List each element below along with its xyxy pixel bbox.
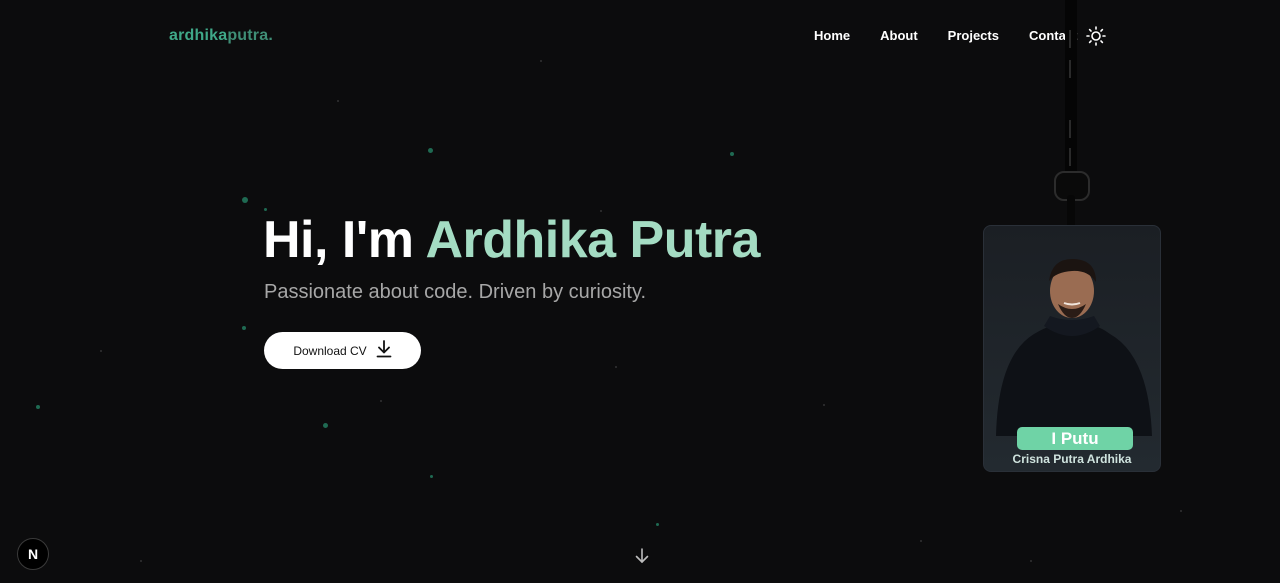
id-card-short-name: I Putu [1017,427,1133,450]
hero-subtitle: Passionate about code. Driven by curiosi… [264,281,647,303]
site-logo[interactable]: ardhikaputra. [169,27,273,45]
nav-projects[interactable]: Projects [948,28,999,44]
id-card[interactable]: I Putu Crisna Putra Ardhika [983,225,1161,472]
main-nav: Home About Projects Contact [814,28,1077,44]
arrow-down-icon[interactable] [632,546,652,566]
download-cv-button[interactable]: Download CV [264,332,421,369]
id-card-full-name: Crisna Putra Ardhika [1012,452,1132,466]
download-icon [376,340,392,361]
nav-home[interactable]: Home [814,28,850,44]
logo-part-1: ardhika [169,27,228,44]
hero-name: Ardhika Putra [425,211,760,269]
logo-part-2: putra. [227,27,273,44]
hero-greeting: Hi, I'm [263,211,426,269]
sun-icon[interactable] [1086,26,1106,46]
nextjs-badge[interactable]: N [17,538,49,570]
lanyard-strap[interactable] [1065,0,1077,180]
nav-about[interactable]: About [880,28,918,44]
hero-title: Hi, I'm Ardhika Putra [263,208,760,272]
download-cv-label: Download CV [293,343,367,358]
